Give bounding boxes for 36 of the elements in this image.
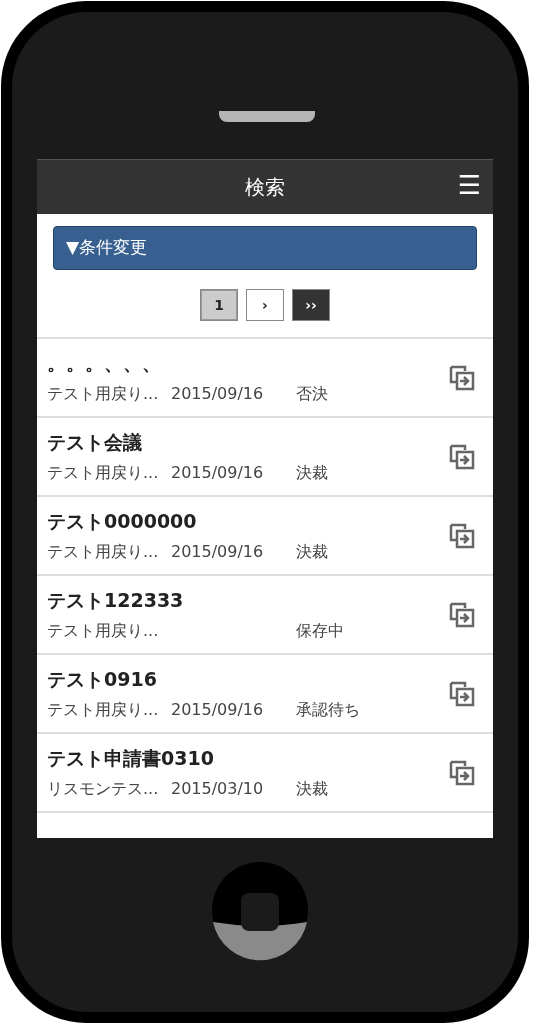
copy-arrow-icon[interactable]: [449, 601, 475, 628]
result-status: 承認待ち: [296, 699, 360, 719]
result-status: 決裁: [296, 462, 328, 482]
result-status: 否決: [296, 383, 328, 403]
applicant-name: テスト用戻り...: [47, 383, 159, 403]
result-status: 決裁: [296, 541, 328, 561]
result-title: テスト申請書0310: [47, 746, 215, 772]
next-page-button[interactable]: ›: [246, 289, 284, 321]
result-title: 。。。、、、: [47, 351, 162, 377]
result-status: 決裁: [296, 778, 328, 798]
result-title: テスト会議: [47, 430, 143, 456]
applicant-name: テスト用戻り...: [47, 620, 159, 640]
copy-arrow-icon[interactable]: [449, 364, 475, 391]
copy-arrow-icon[interactable]: [449, 522, 475, 549]
copy-arrow-icon[interactable]: [449, 443, 475, 470]
result-title: テスト122333: [47, 588, 185, 614]
page-button[interactable]: 1: [200, 289, 238, 321]
result-date: 2015/03/10: [171, 778, 264, 798]
header-title: 検索: [245, 174, 285, 201]
result-title: テスト0000000: [47, 509, 198, 535]
result-date: 2015/09/16: [171, 462, 264, 482]
applicant-name: テスト用戻り...: [47, 462, 159, 482]
copy-arrow-icon[interactable]: [449, 759, 475, 786]
result-date: 2015/09/16: [171, 699, 264, 719]
result-date: 2015/09/16: [171, 541, 264, 561]
applicant-name: テスト用戻り...: [47, 541, 159, 561]
applicant-name: テスト用戻り...: [47, 699, 159, 719]
last-page-button[interactable]: ››: [292, 289, 330, 321]
result-status: 保存中: [296, 620, 344, 640]
home-button-drawing[interactable]: [212, 862, 308, 961]
applicant-name: リスモンテス...: [47, 778, 159, 798]
filter-button[interactable]: ▼条件変更: [53, 226, 477, 270]
copy-arrow-icon[interactable]: [449, 680, 475, 707]
result-title: テスト0916: [47, 667, 158, 693]
result-date: 2015/09/16: [171, 383, 264, 403]
menu-button[interactable]: ☰: [455, 170, 483, 200]
